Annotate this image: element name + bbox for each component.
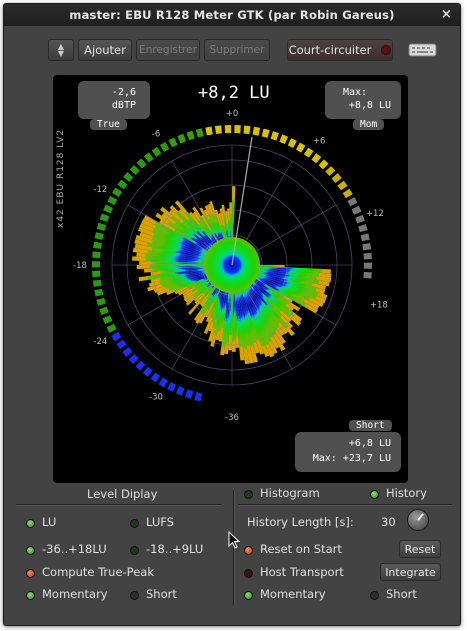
short-tab: Short — [349, 420, 392, 431]
radio-led-icon — [244, 591, 253, 600]
radio-led-icon — [370, 591, 379, 600]
bypass-button[interactable]: Court-circuiter — [287, 39, 393, 61]
scale-label: +18 — [370, 300, 388, 310]
radio-led-icon — [26, 546, 35, 555]
integrated-loudness-value: +8,2 LU — [198, 83, 270, 103]
scale-label: -36 — [225, 413, 239, 423]
preset-toolbar: ▲ ▼ Ajouter Enregistrer Supprimer Court-c… — [4, 39, 460, 65]
checkbox-led-icon — [26, 569, 35, 578]
scale-label: -30 — [149, 393, 163, 403]
radio-led-icon — [130, 591, 139, 600]
true-peak-tab: True — [90, 119, 127, 130]
checkbox-led-icon — [244, 569, 253, 578]
radio-led-icon — [26, 519, 35, 528]
bypass-label: Court-circuiter — [288, 43, 372, 57]
loudness-meter-display: +0 +6 +12 +18 -36 -30 -24 -18 -12 -6 x42 EBU R128… — [53, 75, 408, 483]
true-peak-box: -2,6 dBTP True — [78, 81, 150, 130]
short-term-box: Short +6,8 LU Max: +23,7 LU — [295, 420, 401, 472]
bypass-led-icon — [381, 45, 392, 55]
mouse-cursor-icon — [228, 531, 241, 549]
delete-preset-button[interactable]: Supprimer — [204, 39, 270, 61]
title-bar: master: EBU R128 Meter GTK (par Robin Ga… — [4, 4, 460, 26]
radio-led-icon — [26, 591, 35, 600]
up-down-arrows-icon: ▲ ▼ — [57, 42, 65, 58]
scale-label: -6 — [152, 129, 160, 139]
scale-label: +6 — [313, 136, 326, 146]
radio-led-icon — [130, 546, 139, 555]
history-length-knob[interactable] — [407, 509, 429, 531]
save-preset-button[interactable]: Enregistrer — [136, 39, 200, 61]
divider-left — [16, 504, 221, 506]
preset-selector[interactable]: ▲ ▼ — [48, 39, 74, 61]
add-preset-button[interactable]: Ajouter — [78, 39, 132, 61]
window-title: master: EBU R128 Meter GTK (par Robin Ga… — [69, 8, 395, 22]
keyboard-icon[interactable] — [408, 42, 438, 58]
radio-led-icon — [130, 519, 139, 528]
scale-label: -24 — [93, 337, 107, 347]
radio-led-icon — [244, 490, 253, 499]
level-display-heading: Level Diplay — [87, 487, 158, 501]
divider-right — [239, 504, 452, 506]
integrate-button[interactable]: Integrate — [380, 563, 441, 581]
reset-button[interactable]: Reset — [399, 540, 441, 558]
scale-label: +12 — [366, 209, 384, 219]
history-length-label: History Length [s]: — [247, 515, 354, 529]
radio-led-icon — [370, 490, 379, 499]
max-momentary-box: Max: +8,8 LU Mom — [325, 81, 401, 130]
scale-label: +0 — [226, 109, 239, 119]
close-icon[interactable]: × — [441, 7, 452, 22]
history-length-value: 30 — [381, 515, 396, 529]
checkbox-led-icon — [244, 546, 253, 555]
scale-label: -18 — [73, 261, 87, 271]
plugin-side-label: x42 EBU R128 LV2 — [56, 128, 66, 228]
scale-label: -12 — [93, 185, 107, 195]
momentary-tab: Mom — [353, 119, 385, 130]
